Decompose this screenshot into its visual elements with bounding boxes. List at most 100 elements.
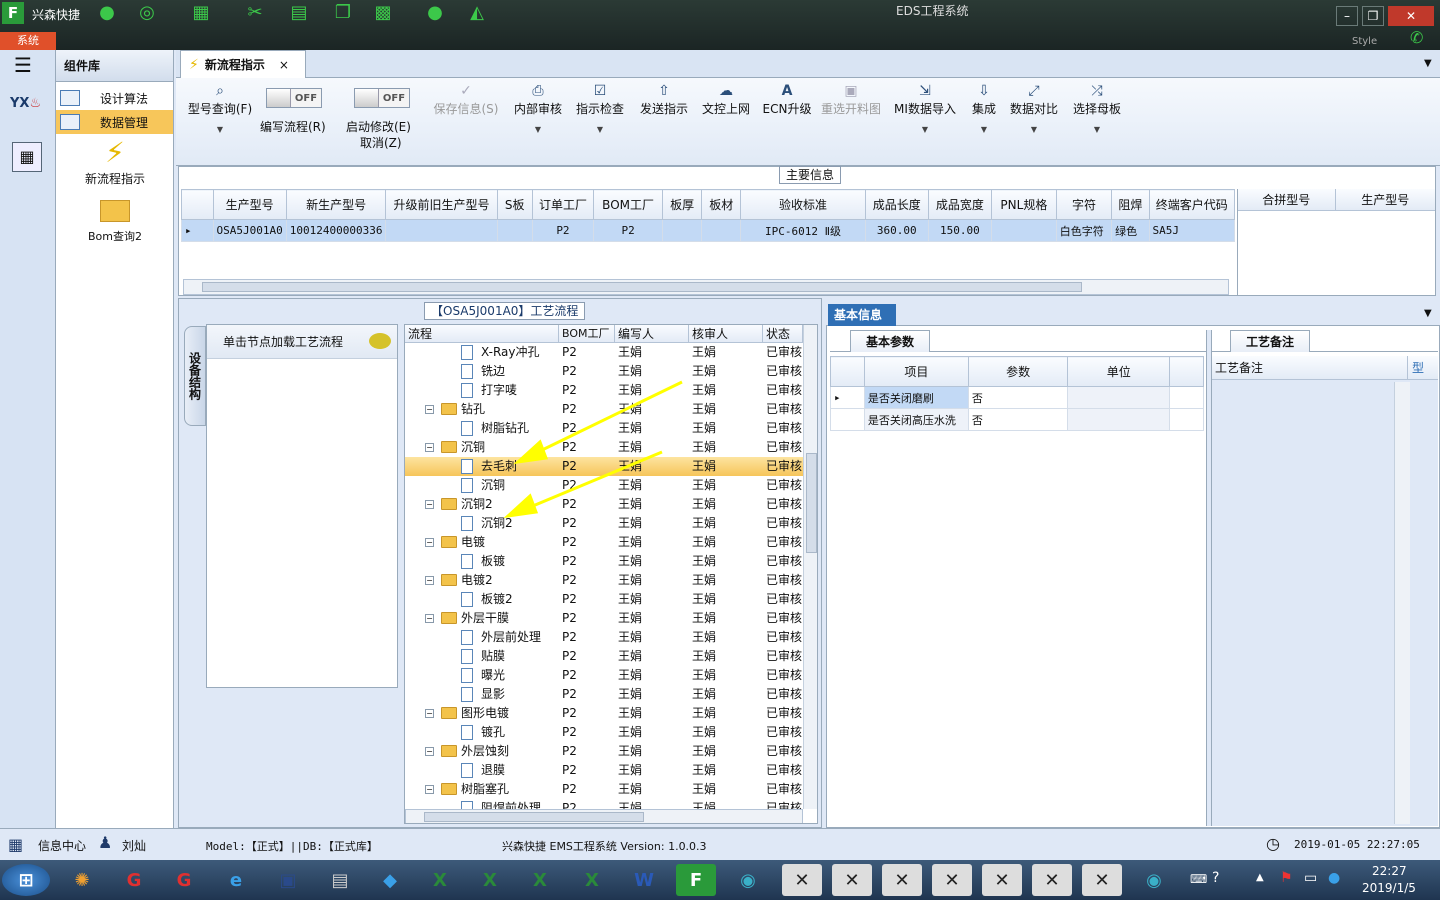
- shield-icon[interactable]: ●: [1328, 870, 1340, 886]
- reselect-cutting-map-button[interactable]: ▣ 重选开料图: [818, 82, 884, 117]
- column-header[interactable]: 生产型号: [212, 189, 287, 220]
- column-header[interactable]: 板厚: [662, 189, 703, 220]
- info-center-link[interactable]: 信息中心: [38, 837, 86, 854]
- tree-row[interactable]: 曝光 P2 王娟 王娟 已审核: [405, 666, 817, 685]
- cancel-modify-label[interactable]: 取消(Z): [360, 134, 402, 151]
- tab-new-process[interactable]: ⚡ 新流程指示 ×: [180, 50, 306, 78]
- close-button[interactable]: ✕: [1388, 6, 1434, 26]
- app-x-icon[interactable]: ✕: [1032, 864, 1072, 896]
- table-cell[interactable]: [662, 219, 703, 242]
- select-mother-board-button[interactable]: ⤮ 选择母板 ▼: [1070, 82, 1124, 134]
- tree-row[interactable]: X-Ray冲孔 P2 王娟 王娟 已审核: [405, 343, 817, 362]
- mi-data-import-button[interactable]: ⇲ MI数据导入 ▼: [892, 82, 958, 134]
- tree-row[interactable]: 外层前处理 P2 王娟 王娟 已审核: [405, 628, 817, 647]
- app-x-icon[interactable]: ✕: [882, 864, 922, 896]
- minimize-button[interactable]: –: [1336, 6, 1358, 26]
- excel-icon[interactable]: X: [420, 864, 460, 896]
- tab-process-remarks[interactable]: 工艺备注: [1230, 330, 1310, 352]
- column-header[interactable]: 型: [1408, 356, 1436, 379]
- table-cell[interactable]: 10012400000336: [285, 219, 387, 242]
- sidebar-item-data-management[interactable]: 数据管理: [56, 110, 173, 134]
- chart-icon[interactable]: ◭: [466, 2, 488, 24]
- system-menu[interactable]: 系统: [0, 32, 56, 50]
- table-cell[interactable]: P2: [593, 219, 664, 242]
- column-header[interactable]: S板: [496, 189, 533, 220]
- eds-app-icon[interactable]: F: [676, 864, 716, 896]
- scanner-icon[interactable]: ▤: [320, 864, 360, 896]
- lifebuoy-icon[interactable]: ◎: [136, 2, 158, 24]
- copy-icon[interactable]: ❐: [332, 2, 354, 24]
- taskbar-date[interactable]: 2019/1/5: [1362, 881, 1416, 895]
- table-cell[interactable]: [496, 219, 533, 242]
- tree-row[interactable]: 板镀 P2 王娟 王娟 已审核: [405, 552, 817, 571]
- word-icon[interactable]: W: [624, 864, 664, 896]
- table-cell[interactable]: 绿色: [1111, 219, 1150, 242]
- grid-icon[interactable]: ▩: [372, 2, 394, 24]
- tree-row[interactable]: − 外层干膜 P2 王娟 王娟 已审核: [405, 609, 817, 628]
- table-cell[interactable]: SA5J: [1148, 219, 1235, 242]
- film-icon[interactable]: ▤: [288, 2, 310, 24]
- column-header[interactable]: 单位: [1067, 356, 1171, 387]
- app-g-icon[interactable]: G: [114, 864, 154, 896]
- column-header[interactable]: 流程: [405, 325, 559, 342]
- table-icon[interactable]: ▦: [190, 2, 212, 24]
- table-cell[interactable]: [1067, 386, 1171, 409]
- phone-icon[interactable]: ✆: [1410, 28, 1423, 47]
- column-header[interactable]: 成品宽度: [927, 189, 992, 220]
- tree-row[interactable]: 显影 P2 王娟 王娟 已审核: [405, 685, 817, 704]
- column-header[interactable]: 订单工厂: [531, 189, 595, 220]
- big-item-bom-query[interactable]: Bom查询2: [56, 196, 174, 244]
- tree-row[interactable]: 镀孔 P2 王娟 王娟 已审核: [405, 723, 817, 742]
- tree-row[interactable]: − 电镀 P2 王娟 王娟 已审核: [405, 533, 817, 552]
- app-eye-icon[interactable]: ◉: [728, 864, 768, 896]
- start-modify-toggle[interactable]: OFF: [354, 88, 410, 108]
- app-x-icon[interactable]: ✕: [782, 864, 822, 896]
- menu-icon[interactable]: ☰: [14, 55, 38, 76]
- chevron-down-icon[interactable]: ▼: [1424, 308, 1432, 319]
- collapse-node-icon[interactable]: −: [425, 785, 434, 794]
- network-icon[interactable]: ⚑: [1280, 870, 1293, 886]
- basic-info-title[interactable]: 基本信息: [828, 304, 896, 326]
- column-header[interactable]: 参数: [967, 356, 1069, 387]
- column-header[interactable]: 成品长度: [864, 189, 929, 220]
- app-x-icon[interactable]: ✕: [832, 864, 872, 896]
- app-eye-icon[interactable]: ◉: [1134, 864, 1174, 896]
- chevron-down-icon[interactable]: ▼: [1424, 58, 1432, 69]
- table-cell[interactable]: [1067, 408, 1171, 431]
- data-compare-button[interactable]: ⤢ 数据对比 ▼: [1008, 82, 1060, 134]
- column-header[interactable]: 合拼型号: [1238, 189, 1336, 210]
- instruction-check-button[interactable]: ☑ 指示检查 ▼: [572, 82, 628, 134]
- tray-expand-icon[interactable]: ▲: [1256, 872, 1264, 883]
- user-icon[interactable]: ●: [424, 2, 446, 24]
- column-header[interactable]: PNL规格: [990, 189, 1057, 220]
- restore-button[interactable]: ❐: [1362, 6, 1384, 26]
- keyboard-icon[interactable]: ⌨: [1190, 872, 1207, 886]
- save-app-icon[interactable]: ▣: [268, 864, 308, 896]
- column-header[interactable]: 编写人: [615, 325, 689, 342]
- tree-row[interactable]: − 电镀2 P2 王娟 王娟 已审核: [405, 571, 817, 590]
- collapse-node-icon[interactable]: −: [425, 538, 434, 547]
- column-header[interactable]: 生产型号: [1336, 189, 1436, 210]
- internal-review-button[interactable]: ⎙ 内部审核 ▼: [510, 82, 566, 134]
- column-header[interactable]: 板材: [701, 189, 742, 220]
- table-cell[interactable]: 150.00: [927, 219, 992, 242]
- column-header[interactable]: 升级前旧生产型号: [385, 189, 498, 220]
- integration-button[interactable]: ⇩ 集成 ▼: [964, 82, 1004, 134]
- table-cell[interactable]: 是否关闭高压水洗: [863, 408, 969, 431]
- send-instruction-button[interactable]: ⇧ 发送指示: [636, 82, 692, 117]
- help-icon[interactable]: ?: [1212, 870, 1219, 886]
- tab-close-icon[interactable]: ×: [279, 58, 289, 72]
- table-cell[interactable]: IPC-6012 Ⅱ级: [740, 219, 866, 242]
- tree-row[interactable]: 贴膜 P2 王娟 王娟 已审核: [405, 647, 817, 666]
- horizontal-scrollbar[interactable]: [405, 809, 803, 823]
- style-label[interactable]: Style: [1352, 36, 1377, 47]
- table-cell[interactable]: OSA5J001A0: [212, 219, 287, 242]
- column-header[interactable]: BOM工厂: [593, 189, 664, 220]
- column-header[interactable]: BOM工厂: [559, 325, 615, 342]
- table-cell[interactable]: [385, 219, 498, 242]
- table-cell[interactable]: [701, 219, 742, 242]
- excel-icon[interactable]: X: [470, 864, 510, 896]
- table-cell[interactable]: P2: [531, 219, 595, 242]
- excel-icon[interactable]: X: [572, 864, 612, 896]
- tree-row[interactable]: − 图形电镀 P2 王娟 王娟 已审核: [405, 704, 817, 723]
